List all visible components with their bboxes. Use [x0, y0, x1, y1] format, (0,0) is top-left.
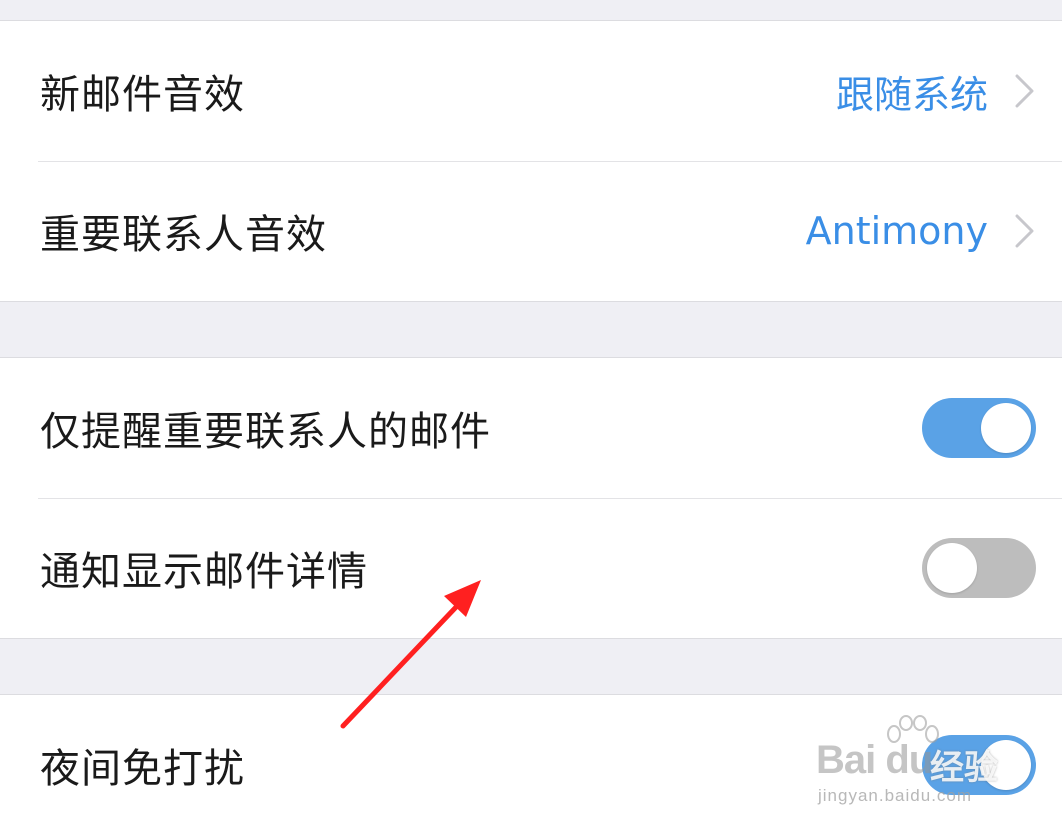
show-details-label: 通知显示邮件详情 — [40, 549, 368, 595]
toggle-knob — [981, 740, 1031, 790]
vip-sound-label: 重要联系人音效 — [40, 212, 327, 258]
chevron-right-icon — [1015, 214, 1034, 248]
toggle-knob — [927, 543, 977, 593]
vip-only-toggle[interactable] — [922, 398, 1036, 458]
sound-settings-group: 新邮件音效 跟随系统 重要联系人音效 Antimony — [0, 20, 1062, 302]
night-settings-group: 夜间免打扰 — [0, 694, 1062, 832]
notification-settings-group: 仅提醒重要联系人的邮件 通知显示邮件详情 — [0, 357, 1062, 639]
night-dnd-toggle[interactable] — [922, 735, 1036, 795]
vip-only-label: 仅提醒重要联系人的邮件 — [40, 409, 491, 455]
show-details-toggle[interactable] — [922, 538, 1036, 598]
row-night-dnd: 夜间免打扰 — [0, 695, 1062, 832]
toggle-knob — [981, 403, 1031, 453]
night-dnd-label: 夜间免打扰 — [40, 746, 245, 792]
new-mail-sound-label: 新邮件音效 — [40, 72, 245, 118]
chevron-right-icon — [1015, 74, 1034, 108]
vip-sound-value: Antimony — [805, 209, 988, 253]
settings-page: 新邮件音效 跟随系统 重要联系人音效 Antimony 仅提醒重要联系人的邮件 — [0, 0, 1062, 832]
row-vip-only: 仅提醒重要联系人的邮件 — [0, 358, 1062, 498]
row-new-mail-sound[interactable]: 新邮件音效 跟随系统 — [0, 21, 1062, 161]
row-vip-sound[interactable]: 重要联系人音效 Antimony — [0, 161, 1062, 301]
new-mail-sound-value: 跟随系统 — [835, 72, 988, 117]
row-show-details: 通知显示邮件详情 — [0, 498, 1062, 638]
